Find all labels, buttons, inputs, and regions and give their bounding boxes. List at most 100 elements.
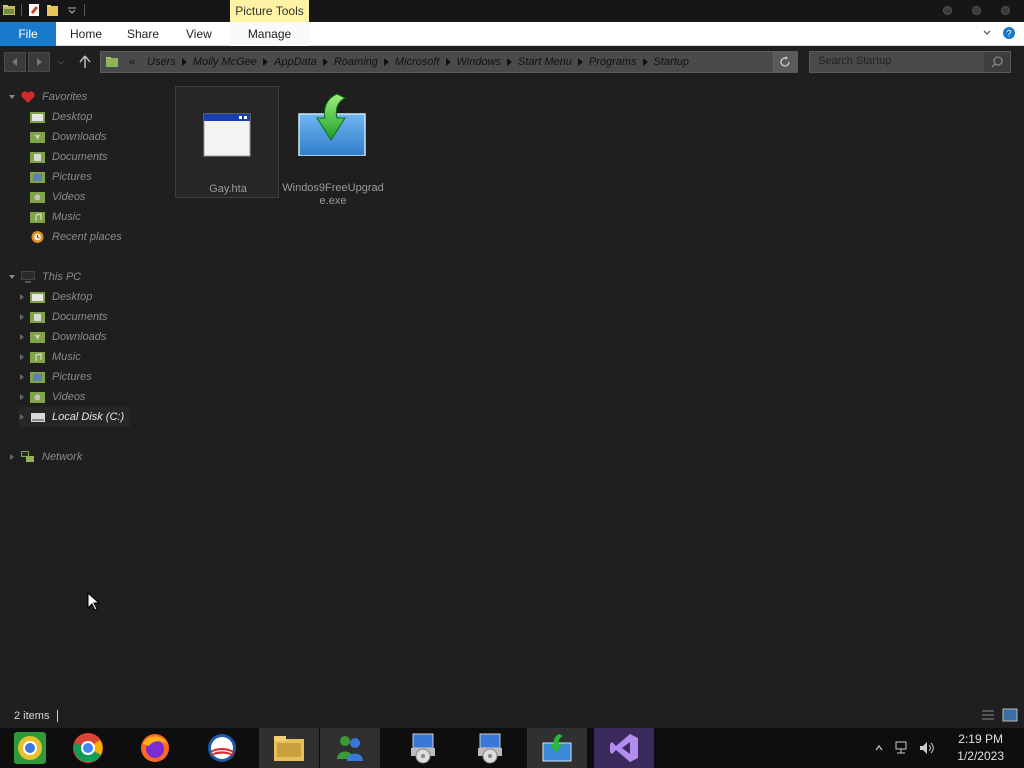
- minimize-button[interactable]: [943, 6, 952, 15]
- breadcrumb-start-menu[interactable]: Start Menu: [512, 56, 578, 68]
- picture-tools-context-label: Picture Tools: [230, 0, 309, 22]
- tab-home[interactable]: Home: [70, 22, 102, 46]
- taskbar-app-visual-studio[interactable]: [594, 728, 654, 768]
- sidebar-item-recent-places[interactable]: Recent places: [30, 227, 122, 247]
- expand-chevron-icon[interactable]: [18, 373, 26, 381]
- videos-folder-icon: [30, 392, 45, 403]
- breadcrumb-users[interactable]: Users: [141, 56, 182, 68]
- refresh-button[interactable]: [773, 52, 797, 72]
- sidebar-item-videos[interactable]: Videos: [30, 187, 85, 207]
- up-arrow-icon[interactable]: [78, 54, 92, 70]
- breadcrumb-programs[interactable]: Programs: [583, 56, 643, 68]
- tab-view[interactable]: View: [186, 22, 212, 46]
- file-name: Gay.hta: [209, 183, 247, 195]
- heart-icon: [21, 91, 35, 103]
- breadcrumb-molly-mcgee[interactable]: Molly McGee: [187, 56, 263, 68]
- sidebar-item-music[interactable]: Music: [30, 207, 81, 227]
- sidebar-item-pc-documents[interactable]: Documents: [18, 307, 108, 327]
- breadcrumb-windows[interactable]: Windows: [451, 56, 508, 68]
- close-button[interactable]: [1001, 6, 1010, 15]
- search-icon: [991, 56, 1003, 68]
- file-explorer-icon: [274, 736, 304, 761]
- address-bar[interactable]: « Users Molly McGee AppData Roaming Micr…: [100, 51, 798, 73]
- expand-chevron-icon[interactable]: [18, 393, 26, 401]
- file-item-gay-hta[interactable]: Gay.hta: [175, 86, 279, 198]
- documents-folder-icon: [30, 312, 45, 323]
- folder-icon[interactable]: [2, 3, 16, 17]
- details-view-icon[interactable]: [980, 708, 996, 722]
- setup-installer-icon: [478, 733, 502, 764]
- tab-file[interactable]: File: [0, 22, 56, 46]
- taskbar-app-setup-1[interactable]: [393, 728, 453, 768]
- window-controls: [943, 6, 1010, 15]
- tab-share[interactable]: Share: [127, 22, 159, 46]
- obama-logo-icon: [208, 734, 236, 762]
- forward-button[interactable]: [28, 52, 50, 72]
- sidebar-item-pc-pictures[interactable]: Pictures: [18, 367, 92, 387]
- taskbar-app-obama-logo[interactable]: [192, 728, 252, 768]
- expand-chevron-icon[interactable]: [18, 313, 26, 321]
- refresh-icon: [780, 56, 790, 67]
- sidebar-item-label: Documents: [52, 151, 108, 163]
- sidebar-item-label: Downloads: [52, 331, 107, 343]
- sidebar-item-pc-downloads[interactable]: Downloads: [18, 327, 106, 347]
- sidebar-item-pc-videos[interactable]: Videos: [18, 387, 85, 407]
- collapse-chevron-icon[interactable]: [8, 93, 16, 101]
- new-folder-icon[interactable]: [46, 3, 60, 17]
- search-box[interactable]: Search Startup: [809, 51, 1011, 73]
- show-hidden-icons-icon[interactable]: [874, 743, 884, 753]
- sidebar-network-label: Network: [42, 451, 83, 463]
- expand-chevron-icon[interactable]: [18, 413, 26, 421]
- file-item-windos9-upgrade[interactable]: Windos9FreeUpgrade.exe: [281, 86, 385, 207]
- sidebar-item-local-disk[interactable]: Local Disk (C:): [18, 407, 130, 427]
- taskbar: 2:19 PM 1/2/2023: [0, 728, 1024, 768]
- taskbar-app-file-explorer[interactable]: [259, 728, 319, 768]
- expand-chevron-icon[interactable]: [18, 293, 26, 301]
- svg-text:?: ?: [1006, 29, 1011, 39]
- customize-toolbar-icon[interactable]: [65, 3, 79, 17]
- sidebar-item-pictures[interactable]: Pictures: [30, 167, 92, 187]
- sidebar-item-desktop[interactable]: Desktop: [30, 107, 92, 127]
- expand-chevron-icon[interactable]: [8, 453, 16, 461]
- sidebar-item-label: Pictures: [52, 371, 92, 383]
- taskbar-app-chromium[interactable]: [0, 728, 60, 768]
- breadcrumb-startup[interactable]: Startup: [648, 56, 695, 68]
- breadcrumb-appdata[interactable]: AppData: [268, 56, 323, 68]
- expand-ribbon-icon[interactable]: [982, 28, 992, 38]
- volume-icon[interactable]: [918, 740, 934, 756]
- breadcrumb-overflow[interactable]: «: [123, 56, 141, 68]
- help-icon[interactable]: ?: [1002, 26, 1016, 40]
- taskbar-app-chrome[interactable]: [58, 728, 118, 768]
- sidebar-item-downloads[interactable]: Downloads: [30, 127, 106, 147]
- clock[interactable]: 2:19 PM 1/2/2023: [957, 731, 1004, 765]
- taskbar-app-msn-messenger[interactable]: [320, 728, 380, 768]
- tab-manage[interactable]: Manage: [230, 22, 309, 46]
- taskbar-app-setup-2[interactable]: [460, 728, 520, 768]
- sidebar-favorites[interactable]: Favorites: [8, 87, 87, 107]
- large-icons-view-icon[interactable]: [1002, 708, 1018, 722]
- search-button[interactable]: [984, 52, 1010, 72]
- network-icon: [21, 451, 34, 462]
- expand-chevron-icon[interactable]: [18, 353, 26, 361]
- taskbar-app-firefox[interactable]: [125, 728, 185, 768]
- properties-icon[interactable]: [27, 3, 41, 17]
- network-status-icon[interactable]: [894, 740, 910, 756]
- ribbon-tabs: File Home Share View Manage ?: [0, 22, 1024, 46]
- installer-download-icon: [298, 93, 366, 156]
- sidebar-item-pc-music[interactable]: Music: [18, 347, 81, 367]
- expand-chevron-icon[interactable]: [18, 333, 26, 341]
- sidebar-this-pc[interactable]: This PC: [8, 267, 81, 287]
- breadcrumb-microsoft[interactable]: Microsoft: [389, 56, 446, 68]
- sidebar-network[interactable]: Network: [8, 447, 82, 467]
- sidebar-item-label: Recent places: [52, 231, 122, 243]
- back-button[interactable]: [4, 52, 26, 72]
- sidebar-item-documents[interactable]: Documents: [30, 147, 108, 167]
- sidebar-item-pc-desktop[interactable]: Desktop: [18, 287, 92, 307]
- taskbar-app-windows-upgrade[interactable]: [527, 728, 587, 768]
- recent-locations-icon[interactable]: [56, 58, 66, 68]
- collapse-chevron-icon[interactable]: [8, 273, 16, 281]
- breadcrumb-roaming[interactable]: Roaming: [328, 56, 384, 68]
- maximize-button[interactable]: [972, 6, 981, 15]
- sidebar-item-label: Videos: [52, 191, 86, 203]
- search-placeholder[interactable]: Search Startup: [818, 55, 891, 67]
